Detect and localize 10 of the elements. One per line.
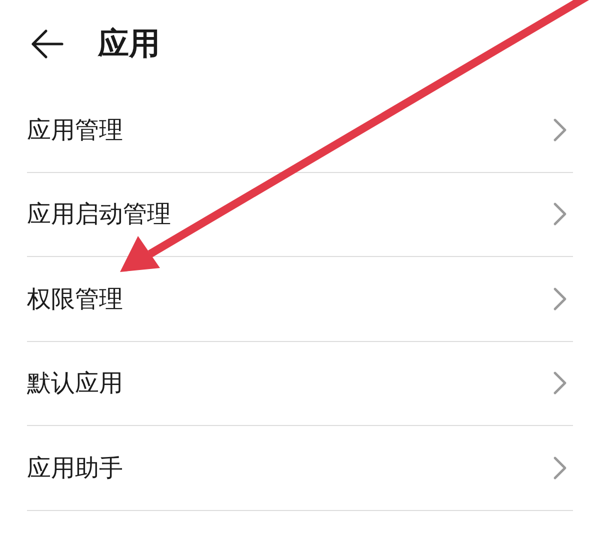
chevron-right-icon [553,118,567,142]
page-title: 应用 [98,24,160,64]
chevron-right-icon [553,371,567,396]
menu-item[interactable]: 应用管理 [27,88,573,172]
menu-item[interactable]: 应用助手 [27,426,573,510]
chevron-right-icon [553,202,567,226]
chevron-right-icon [553,286,567,311]
menu-item[interactable]: 默认应用 [27,342,573,426]
back-arrow-icon [30,29,64,59]
chevron-right-icon [553,456,567,480]
